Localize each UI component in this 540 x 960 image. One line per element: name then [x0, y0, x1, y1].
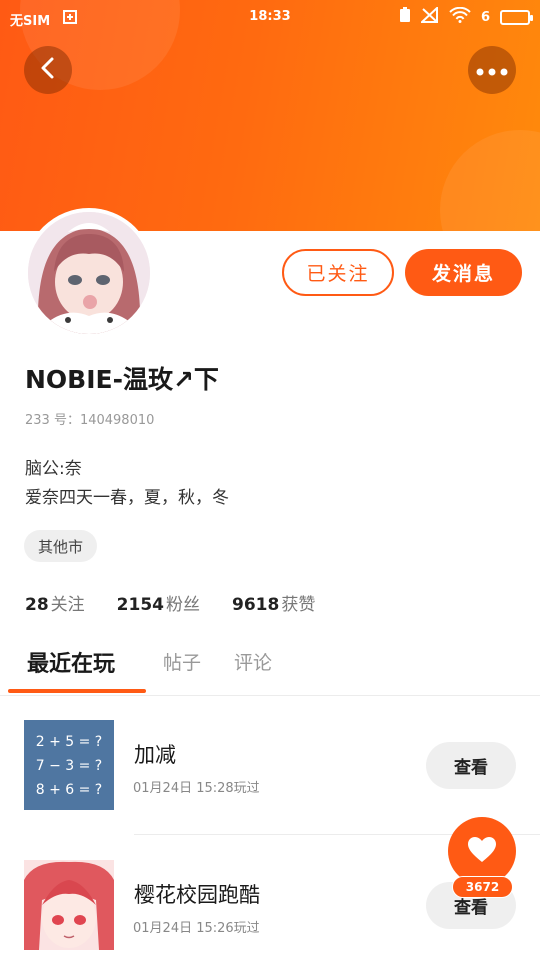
- user-id: 233 号：140498010: [25, 413, 155, 428]
- thumbnail-text: 2 + 5 = ?: [35, 734, 103, 750]
- likes-label: 获赞: [281, 595, 316, 615]
- bio-line: 爱奈四天一春，夏，秋，冬: [25, 488, 229, 508]
- game-title: 加减: [134, 743, 176, 767]
- battery-icon: [500, 9, 533, 25]
- bio-line: 脑公:奈: [25, 459, 82, 479]
- bio: 脑公:奈 爱奈四天一春，夏，秋，冬: [25, 455, 229, 513]
- location-tag[interactable]: 其他市: [24, 530, 98, 562]
- status-bar: 无SIM 18:33 6: [0, 0, 540, 34]
- list-item[interactable]: 2 + 5 = ? 7 − 3 = ? 8 + 6 = ? 加减 01月24日 …: [0, 717, 540, 837]
- avatar-image: [28, 212, 150, 334]
- game-thumbnail: 2 + 5 = ? 7 − 3 = ? 8 + 6 = ?: [24, 720, 114, 810]
- send-message-button[interactable]: 发消息: [405, 249, 522, 296]
- battery-saver-icon: [399, 7, 411, 27]
- avatar[interactable]: [24, 208, 154, 338]
- thumbnail-text: 7 − 3 = ?: [35, 758, 103, 774]
- likes-count: 9618: [232, 595, 280, 615]
- profile-tabs: 最近在玩 帖子 评论: [0, 640, 540, 696]
- like-button[interactable]: [448, 817, 516, 885]
- game-thumbnail: [24, 860, 114, 950]
- tab-recently-played[interactable]: 最近在玩: [27, 646, 115, 678]
- tab-posts[interactable]: 帖子: [163, 648, 201, 675]
- played-time: 01月24日 15:26玩过: [133, 921, 260, 936]
- followed-button[interactable]: 已关注: [282, 249, 394, 296]
- following-label: 关注: [50, 595, 85, 615]
- profile-stats: 28 关注 2154 粉丝 9618 获赞: [25, 590, 315, 615]
- view-button[interactable]: 查看: [426, 742, 516, 789]
- chevron-left-icon: [38, 56, 58, 84]
- following-stat[interactable]: 28 关注: [25, 590, 85, 615]
- likes-stat[interactable]: 9618 获赞: [232, 590, 315, 615]
- username: NOBIE-温玫↗下: [25, 365, 219, 394]
- battery-level: 6: [480, 9, 490, 25]
- banner-decoration: [440, 130, 540, 231]
- played-time: 01月24日 15:28玩过: [133, 781, 260, 796]
- fans-label: 粉丝: [166, 595, 200, 615]
- game-title: 樱花校园跑酷: [134, 883, 260, 907]
- active-tab-indicator: [8, 689, 146, 693]
- back-button[interactable]: [24, 46, 72, 94]
- profile-header-banner: [0, 0, 540, 231]
- tab-comments[interactable]: 评论: [234, 648, 272, 675]
- more-options-button[interactable]: [468, 46, 516, 94]
- like-count-badge: 3672: [452, 876, 513, 898]
- signal-off-icon: [419, 5, 439, 27]
- game-thumbnail-image: [24, 860, 114, 950]
- fans-stat[interactable]: 2154 粉丝: [117, 590, 200, 615]
- wifi-icon: [449, 6, 471, 27]
- fans-count: 2154: [116, 595, 164, 615]
- following-count: 28: [25, 595, 49, 615]
- more-dots-icon: [476, 61, 508, 80]
- thumbnail-text: 8 + 6 = ?: [35, 782, 103, 798]
- heart-icon: [467, 836, 497, 867]
